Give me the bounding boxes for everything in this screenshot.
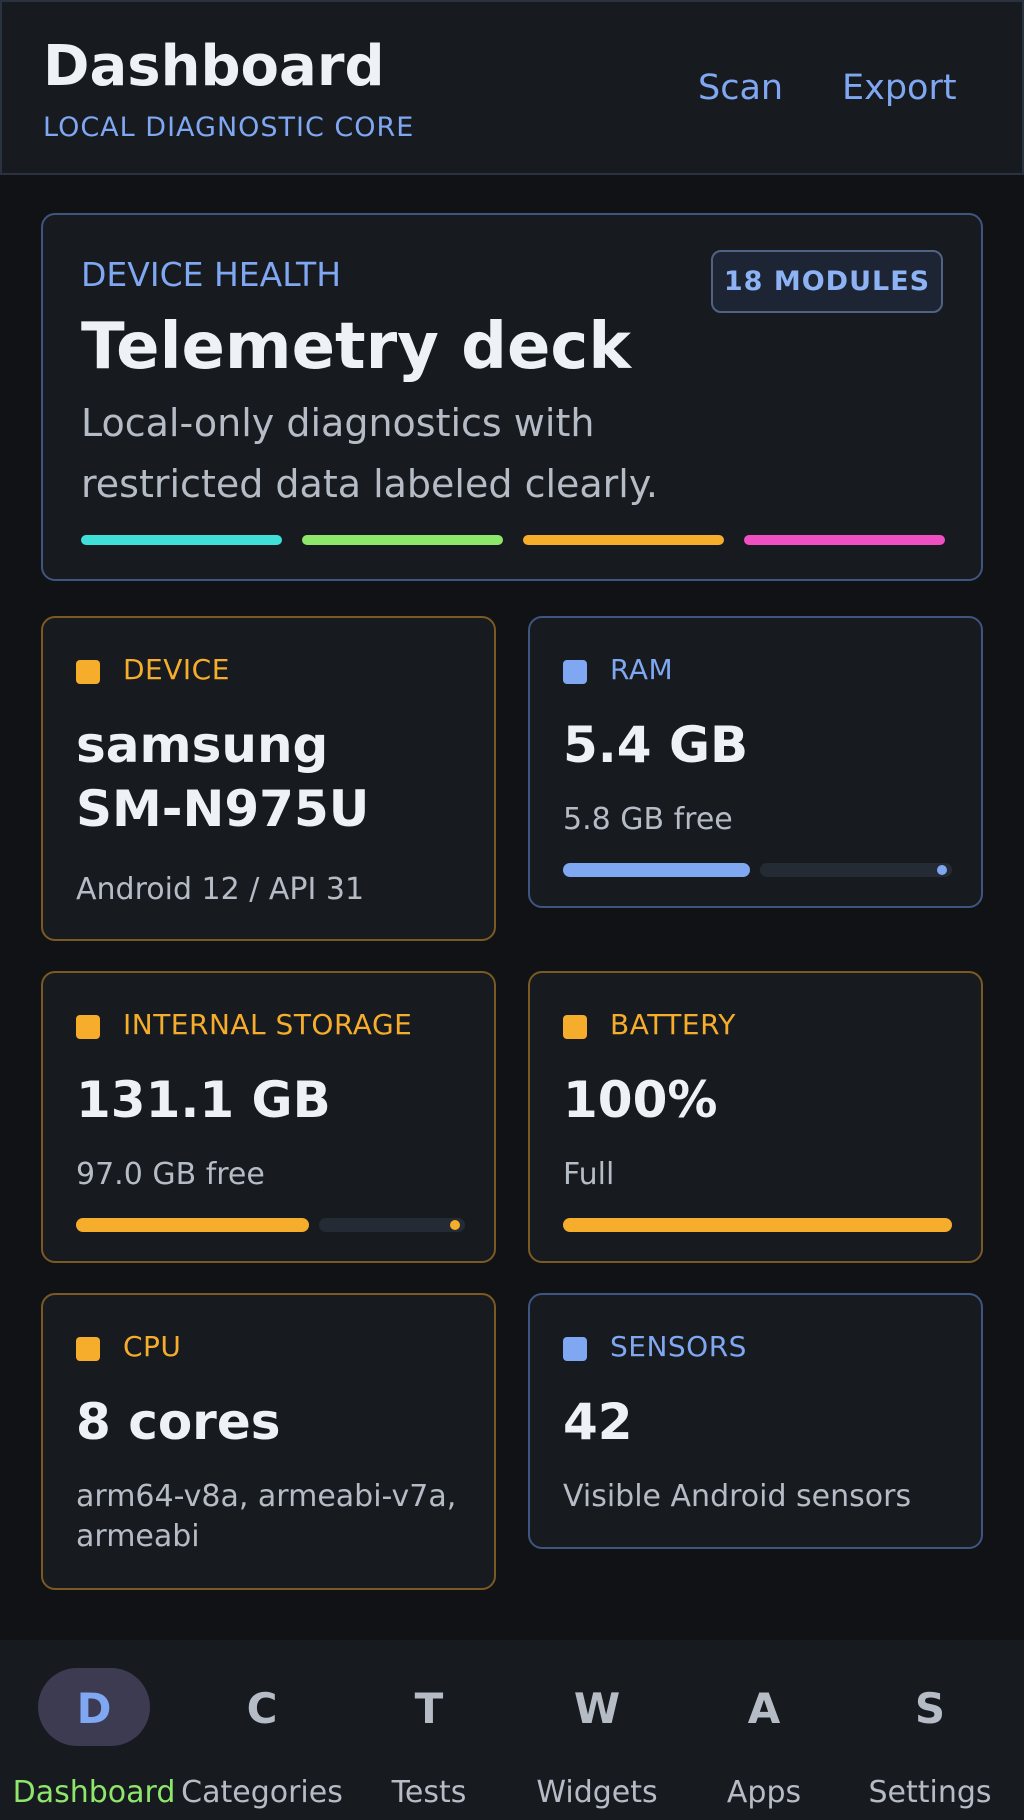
top-app-bar: Dashboard LOCAL DIAGNOSTIC CORE Scan Exp…: [0, 0, 1024, 175]
hero-description: Local-only diagnostics with restricted d…: [81, 401, 659, 506]
export-button[interactable]: Export: [842, 68, 957, 108]
nav-label: Settings: [868, 1775, 992, 1810]
card-value: samsung SM-N975U: [76, 713, 369, 841]
nav-letter-icon: W: [573, 1684, 621, 1733]
device-brand: samsung: [76, 716, 329, 774]
card-value: 131.1 GB: [76, 1071, 331, 1129]
nav-label: Apps: [726, 1775, 802, 1810]
status-dot: [76, 1337, 100, 1361]
stripe-pink: [744, 535, 945, 545]
modules-badge: 18 MODULES: [711, 250, 943, 313]
device-card[interactable]: DEVICE samsung SM-N975U Android 12 / API…: [41, 616, 496, 941]
page-title: Dashboard: [43, 34, 385, 99]
status-dot: [563, 660, 587, 684]
nav-label: Tests: [391, 1775, 467, 1810]
ram-bar-end-dot: [937, 865, 947, 875]
storage-bar-end-dot: [450, 1220, 460, 1230]
storage-card[interactable]: INTERNAL STORAGE 131.1 GB 97.0 GB free: [41, 971, 496, 1263]
cpu-card[interactable]: CPU 8 cores arm64-v8a, armeabi-v7a, arme…: [41, 1293, 496, 1590]
device-model: SM-N975U: [76, 780, 370, 838]
scan-button[interactable]: Scan: [698, 68, 783, 108]
card-value: 42: [563, 1393, 633, 1451]
card-label: CPU: [123, 1330, 182, 1363]
bottom-navigation: D Dashboard C Categories T Tests W Widge…: [0, 1640, 1024, 1820]
device-health-card: DEVICE HEALTH 18 MODULES Telemetry deck …: [41, 213, 983, 581]
card-detail: arm64-v8a, armeabi-v7a, armeabi: [76, 1479, 457, 1554]
card-label: SENSORS: [610, 1330, 747, 1363]
hero-kicker: DEVICE HEALTH: [81, 255, 342, 294]
battery-card[interactable]: BATTERY 100% Full: [528, 971, 983, 1263]
card-label: DEVICE: [123, 653, 230, 686]
card-detail: Android 12 / API 31: [76, 872, 365, 907]
nav-letter-icon: A: [747, 1684, 781, 1733]
card-label: INTERNAL STORAGE: [123, 1008, 413, 1041]
storage-usage-bar: [76, 1218, 309, 1232]
status-dot: [563, 1337, 587, 1361]
status-dot: [76, 1015, 100, 1039]
page-subtitle: LOCAL DIAGNOSTIC CORE: [43, 112, 415, 143]
card-detail: 5.8 GB free: [563, 802, 733, 837]
nav-label: Dashboard: [12, 1775, 176, 1810]
card-detail: Visible Android sensors: [563, 1479, 912, 1514]
card-label: BATTERY: [610, 1008, 736, 1041]
ram-usage-track: [760, 863, 952, 877]
nav-item-categories[interactable]: C Categories: [177, 1640, 347, 1820]
nav-item-dashboard[interactable]: D Dashboard: [9, 1640, 179, 1820]
stripe-green: [302, 535, 503, 545]
nav-item-settings[interactable]: S Settings: [845, 1640, 1015, 1820]
battery-level-bar: [563, 1218, 952, 1232]
nav-letter-icon: C: [246, 1684, 278, 1733]
nav-item-tests[interactable]: T Tests: [344, 1640, 514, 1820]
card-value: 100%: [563, 1071, 718, 1129]
nav-letter-icon: T: [414, 1684, 444, 1733]
nav-letter-icon: S: [914, 1684, 946, 1733]
sensors-card[interactable]: SENSORS 42 Visible Android sensors: [528, 1293, 983, 1549]
card-detail: 97.0 GB free: [76, 1157, 265, 1192]
card-label: RAM: [610, 653, 674, 686]
nav-item-apps[interactable]: A Apps: [679, 1640, 849, 1820]
card-value: 5.4 GB: [563, 716, 749, 774]
card-value: 8 cores: [76, 1393, 281, 1451]
ram-card[interactable]: RAM 5.4 GB 5.8 GB free: [528, 616, 983, 908]
ram-usage-bar: [563, 863, 750, 877]
nav-item-widgets[interactable]: W Widgets: [512, 1640, 682, 1820]
hero-title: Telemetry deck: [81, 310, 631, 384]
nav-label: Categories: [181, 1775, 343, 1810]
stripe-cyan: [81, 535, 282, 545]
status-dot: [76, 660, 100, 684]
storage-usage-track: [319, 1218, 465, 1232]
color-stripes: [81, 535, 945, 545]
nav-letter-icon: D: [76, 1684, 112, 1733]
stripe-amber: [523, 535, 724, 545]
nav-label: Widgets: [536, 1775, 658, 1810]
card-detail: Full: [563, 1157, 615, 1192]
status-dot: [563, 1015, 587, 1039]
